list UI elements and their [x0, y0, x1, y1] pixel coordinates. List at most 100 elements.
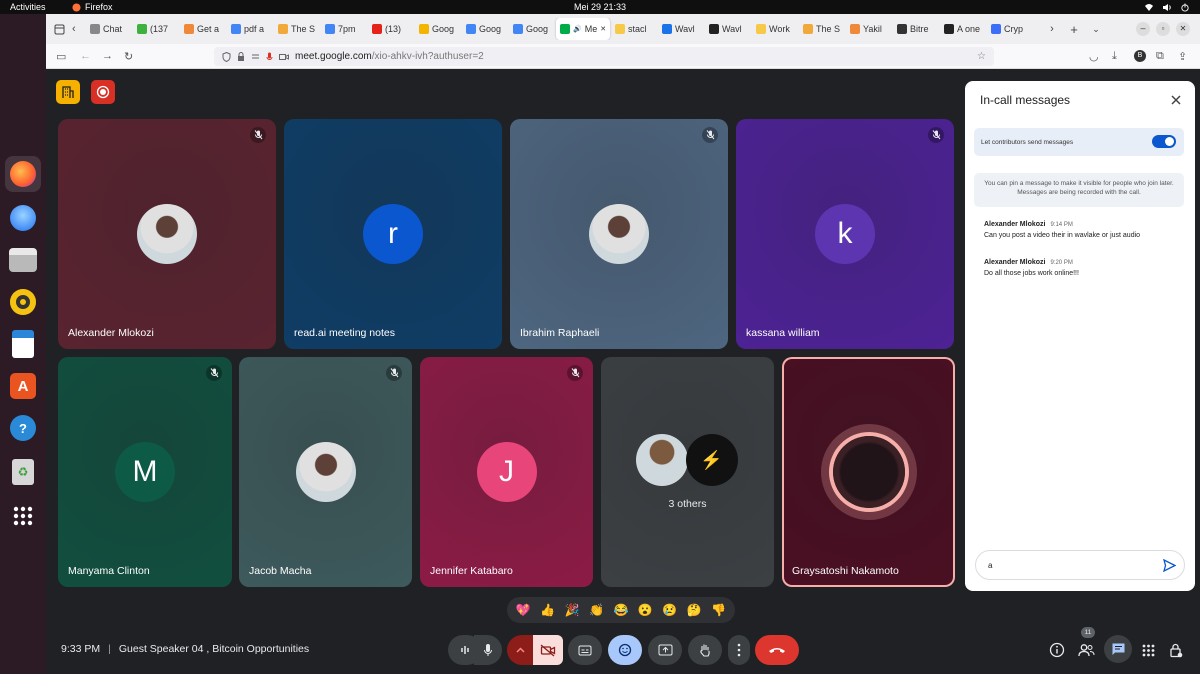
dock-writer[interactable] — [5, 326, 41, 362]
bookmark-star-icon[interactable]: ☆ — [977, 51, 986, 62]
restore-window-button[interactable]: ▫ — [1156, 22, 1170, 36]
active-app-menu[interactable]: Firefox — [72, 2, 113, 12]
reaction-emoji-button[interactable]: 🤔 — [687, 603, 702, 617]
participant-tile[interactable]: J Jennifer Katabaro — [420, 357, 593, 587]
browser-tab[interactable]: Cryp — [987, 18, 1033, 40]
activities-button[interactable]: Activities — [10, 2, 46, 12]
dock-thunderbird[interactable] — [5, 200, 41, 236]
extensions-icon[interactable]: ⧉ — [1156, 50, 1164, 63]
dock-help[interactable]: ? — [5, 410, 41, 446]
browser-tab[interactable]: Bitre — [893, 18, 939, 40]
list-all-tabs-icon[interactable]: ⌄ — [1085, 24, 1107, 35]
browser-tab[interactable]: A one — [940, 18, 986, 40]
recording-indicator[interactable] — [91, 80, 115, 104]
apps-grid-icon — [1142, 644, 1154, 656]
tabs-scroll-right-icon[interactable]: › — [1041, 23, 1063, 35]
participant-tile[interactable]: M Manyama Clinton — [58, 357, 232, 587]
wifi-icon — [1145, 3, 1153, 11]
participant-tile[interactable]: k kassana william — [736, 119, 954, 349]
allow-messages-toggle[interactable] — [1152, 135, 1176, 148]
participant-name: kassana william — [746, 327, 820, 339]
reload-button[interactable]: ↻ — [124, 50, 133, 63]
participant-tile[interactable]: Ibrahim Raphaeli — [510, 119, 728, 349]
chat-button[interactable] — [1104, 635, 1132, 663]
browser-tab[interactable]: (137 — [133, 18, 179, 40]
browser-tab[interactable]: Goog — [462, 18, 508, 40]
chat-message[interactable]: Alexander Mlokozi 9:14 PM Can you post a v… — [984, 221, 1184, 239]
participant-tile[interactable]: ⚡ 3 others — [601, 357, 774, 587]
browser-tab[interactable]: Chat — [86, 18, 132, 40]
dock-files[interactable] — [5, 242, 41, 278]
browser-tab[interactable]: The S — [274, 18, 320, 40]
participant-tile[interactable]: Graysatoshi Nakamoto — [782, 357, 955, 587]
minimize-window-button[interactable]: – — [1136, 22, 1150, 36]
pocket-icon[interactable]: ◡ — [1089, 50, 1099, 63]
video-options-button[interactable] — [507, 635, 533, 665]
browser-tab[interactable]: stacl — [611, 18, 657, 40]
more-options-button[interactable] — [728, 635, 750, 665]
close-window-button[interactable]: ✕ — [1176, 22, 1190, 36]
host-controls-lock-button[interactable] — [1166, 640, 1186, 660]
share-icon[interactable]: ⇪ — [1178, 50, 1187, 63]
browser-tab[interactable]: Goog — [509, 18, 555, 40]
send-reaction-button[interactable] — [608, 635, 642, 665]
captions-button[interactable] — [568, 635, 602, 665]
chat-message[interactable]: Alexander Mlokozi 9:20 PM Do all those job… — [984, 259, 1184, 277]
dock-trash[interactable]: ♻ — [5, 454, 41, 490]
new-tab-button[interactable]: + — [1063, 22, 1085, 37]
reaction-emoji-button[interactable]: 💖 — [516, 603, 531, 617]
company-building-icon — [62, 86, 74, 98]
host-controls-button[interactable] — [56, 80, 80, 104]
browser-tab[interactable]: Wavl — [705, 18, 751, 40]
camera-off-button[interactable] — [533, 635, 563, 665]
send-message-input[interactable]: a — [975, 550, 1185, 580]
dock-rhythmbox[interactable] — [5, 284, 41, 320]
browser-tab[interactable]: 🔊 Me ✕ — [556, 18, 610, 40]
close-icon[interactable] — [1169, 93, 1183, 107]
dock-show-apps[interactable] — [5, 498, 41, 534]
tab-overview-button[interactable] — [46, 24, 72, 35]
send-icon[interactable] — [1163, 559, 1176, 572]
activities-button[interactable] — [1138, 640, 1158, 660]
reaction-emoji-button[interactable]: 😂 — [613, 603, 628, 617]
present-screen-button[interactable] — [648, 635, 682, 665]
participant-tile[interactable]: Alexander Mlokozi — [58, 119, 276, 349]
participant-tile[interactable]: r read.ai meeting notes — [284, 119, 502, 349]
browser-tab[interactable]: Goog — [415, 18, 461, 40]
close-tab-icon[interactable]: ✕ — [600, 25, 606, 33]
reaction-emoji-button[interactable]: 👏 — [589, 603, 604, 617]
participant-tile[interactable]: Jacob Macha — [239, 357, 412, 587]
browser-tab[interactable]: 7pm — [321, 18, 367, 40]
sidebar-toggle-icon[interactable]: ▭ — [56, 50, 66, 63]
meeting-details-button[interactable] — [1047, 640, 1067, 660]
url-field[interactable]: meet.google.com/xio-ahkv-ivh?authuser=2 … — [214, 47, 994, 66]
dock-app-center[interactable]: A — [5, 368, 41, 404]
browser-tab[interactable]: Wavl — [658, 18, 704, 40]
downloads-icon[interactable]: ⤓ — [1112, 50, 1117, 63]
reaction-emoji-button[interactable]: 🎉 — [565, 603, 580, 617]
reaction-emoji-button[interactable]: 👍 — [540, 603, 555, 617]
reaction-emoji-button[interactable]: 😢 — [662, 603, 677, 617]
browser-tab[interactable]: (13) — [368, 18, 414, 40]
tab-label: Wavl — [722, 24, 742, 34]
forward-button[interactable]: → — [102, 50, 113, 62]
raise-hand-button[interactable] — [688, 635, 722, 665]
tab-audio-icon[interactable]: 🔊 — [573, 25, 582, 33]
browser-tab[interactable]: The S — [799, 18, 845, 40]
browser-tab[interactable]: Work — [752, 18, 798, 40]
reaction-emoji-button[interactable]: 👎 — [711, 603, 726, 617]
back-button[interactable]: ← — [80, 50, 91, 62]
people-button[interactable]: 11 — [1076, 627, 1096, 660]
extension-b-icon[interactable]: B — [1134, 50, 1146, 62]
browser-tab[interactable]: pdf a — [227, 18, 273, 40]
reaction-emoji-button[interactable]: 😮 — [638, 603, 653, 617]
browser-tab[interactable]: Get a — [180, 18, 226, 40]
system-tray[interactable] — [1144, 2, 1190, 12]
tabs-scroll-left-icon[interactable]: ‹ — [72, 23, 86, 35]
browser-tab[interactable]: Yakil — [846, 18, 892, 40]
dock-firefox[interactable] — [5, 156, 41, 192]
system-clock[interactable]: Mei 29 21:33 — [574, 2, 626, 12]
microphone-button[interactable] — [474, 635, 502, 665]
info-icon — [1049, 642, 1065, 658]
leave-call-button[interactable] — [755, 635, 799, 665]
